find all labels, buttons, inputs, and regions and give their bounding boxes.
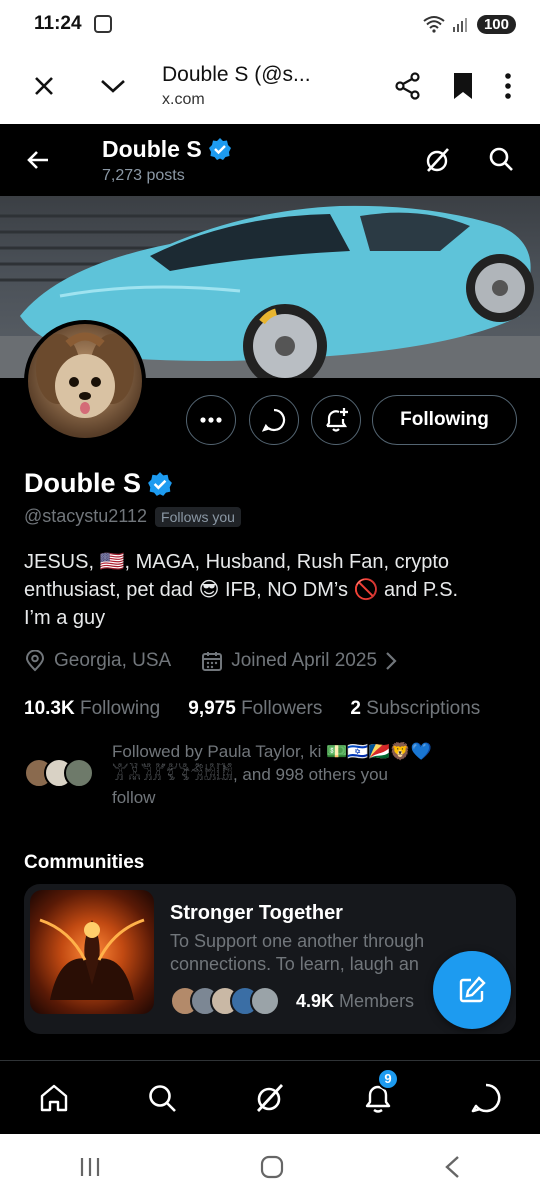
more-horiz-icon xyxy=(200,417,222,423)
community-name: Stronger Together xyxy=(170,902,343,924)
compose-icon xyxy=(459,976,486,1003)
bell-plus-icon xyxy=(326,408,348,432)
header-name: Double S xyxy=(102,135,202,162)
followed-by-avatars xyxy=(24,758,94,809)
profile-header: Double S 7,273 posts xyxy=(0,124,540,196)
community-members: 4.9K Members xyxy=(170,986,414,1016)
phoenix-image xyxy=(39,918,145,1000)
header-title-block: Double S 7,273 posts xyxy=(102,136,232,185)
notification-badge: 9 xyxy=(377,1067,399,1090)
page-url: x.com xyxy=(162,91,205,108)
message-button[interactable] xyxy=(249,395,299,445)
member-count: 4.9K Members xyxy=(296,991,414,1012)
home-icon xyxy=(40,1084,68,1111)
subscriptions-stat[interactable]: 2 Subscriptions xyxy=(350,698,480,720)
nav-grok[interactable] xyxy=(243,1082,297,1114)
followed-by-line: follow xyxy=(112,788,156,807)
member-count-label: Members xyxy=(339,990,415,1011)
community-desc-line: connections. To learn, laugh an xyxy=(170,954,419,974)
followed-by-line: 𓀠𓀡𓀢𓀣𓀤𓀥𓀦𓀧𓀨, and 998 others you xyxy=(112,765,388,784)
bio-line: I’m a guy xyxy=(24,607,106,629)
subscriptions-label: Subscriptions xyxy=(366,698,481,719)
bottom-nav: 9 xyxy=(0,1060,540,1134)
followed-by-line: Followed by Paula Taylor, ki 💵🇮🇱🇸🇨🦁💙 xyxy=(112,742,433,761)
following-label: Following xyxy=(79,698,161,719)
verified-badge-icon xyxy=(208,138,231,160)
grok-icon xyxy=(256,1083,284,1112)
following-stat[interactable]: 10.3K Following xyxy=(24,698,160,720)
followed-by-text: Followed by Paula Taylor, ki 💵🇮🇱🇸🇨🦁💙 𓀠𓀡𓀢… xyxy=(112,740,492,809)
following-button[interactable]: Following xyxy=(372,395,517,445)
wifi-icon xyxy=(423,16,445,33)
handle-row: @stacystu2112 Follows you xyxy=(24,506,241,527)
verified-badge-icon[interactable] xyxy=(147,471,173,497)
screenshot-notification-icon xyxy=(93,15,112,33)
profile-bio: JESUS, 🇺🇸, MAGA, Husband, Rush Fan, cryp… xyxy=(24,548,520,632)
chevron-down-icon xyxy=(101,80,125,93)
system-nav-bar xyxy=(0,1134,540,1200)
nav-notifications[interactable]: 9 xyxy=(351,1067,405,1114)
back-button[interactable] xyxy=(0,150,76,170)
more-options-button[interactable] xyxy=(186,395,236,445)
bookmark-icon[interactable] xyxy=(452,72,474,100)
display-name-row: Double S xyxy=(24,468,173,499)
nav-home[interactable] xyxy=(27,1082,81,1114)
browser-toolbar: Double S (@s... x.com xyxy=(0,48,540,124)
followers-stat[interactable]: 9,975 Followers xyxy=(188,698,322,720)
following-count: 10.3K xyxy=(24,698,75,719)
battery-indicator: 100 xyxy=(476,14,516,34)
avatar xyxy=(250,986,280,1016)
display-name: Double S xyxy=(24,468,142,498)
notify-button[interactable] xyxy=(311,395,361,445)
compose-button[interactable] xyxy=(433,951,511,1029)
followed-by[interactable]: Followed by Paula Taylor, ki 💵🇮🇱🇸🇨🦁💙 𓀠𓀡𓀢… xyxy=(24,740,520,809)
search-icon[interactable] xyxy=(488,146,514,172)
post-count: 7,273 posts xyxy=(102,166,185,184)
back-chevron-icon[interactable] xyxy=(443,1155,461,1179)
grok-icon[interactable] xyxy=(424,146,452,174)
browser-title-area[interactable]: Double S (@s... x.com xyxy=(162,63,394,109)
nav-messages[interactable] xyxy=(459,1082,513,1114)
share-icon[interactable] xyxy=(394,72,422,100)
follows-you-badge: Follows you xyxy=(155,506,241,527)
nav-search[interactable] xyxy=(135,1083,189,1113)
profile-stats: 10.3K Following 9,975 Followers 2 Subscr… xyxy=(24,698,480,720)
profile-avatar[interactable] xyxy=(24,320,146,442)
back-arrow-icon xyxy=(27,151,48,169)
location-text: Georgia, USA xyxy=(54,650,172,671)
status-time: 11:24 xyxy=(34,13,82,34)
followers-count: 9,975 xyxy=(188,698,236,719)
menu-lines-icon[interactable] xyxy=(79,1156,101,1178)
member-count-value: 4.9K xyxy=(296,990,335,1011)
page-title: Double S (@s... xyxy=(162,63,311,86)
close-icon xyxy=(35,77,53,95)
bio-line: JESUS, 🇺🇸, MAGA, Husband, Rush Fan, cryp… xyxy=(24,551,450,573)
community-desc-line: To Support one another through xyxy=(170,931,425,951)
more-vert-icon[interactable] xyxy=(504,72,512,100)
circle-home-icon[interactable] xyxy=(260,1155,284,1179)
avatar-dog-image xyxy=(36,332,134,418)
subscriptions-count: 2 xyxy=(350,698,361,719)
search-icon xyxy=(149,1084,176,1112)
calendar-icon xyxy=(202,652,223,671)
community-description: To Support one another through connectio… xyxy=(170,930,470,976)
chevron-right-icon[interactable] xyxy=(385,651,397,671)
communities-heading: Communities xyxy=(24,852,145,873)
location-icon xyxy=(25,650,45,672)
close-button[interactable] xyxy=(0,75,88,97)
avatar xyxy=(64,758,94,788)
profile-meta: Georgia, USA Joined April 2025 xyxy=(24,650,397,672)
message-icon xyxy=(471,1083,501,1112)
joined-text[interactable]: Joined April 2025 xyxy=(231,650,377,672)
followers-label: Followers xyxy=(241,698,323,719)
minimize-button[interactable] xyxy=(88,78,138,94)
status-bar: 11:24 100 xyxy=(0,0,540,48)
user-handle: @stacystu2112 xyxy=(24,506,148,526)
community-image xyxy=(30,890,154,1014)
bio-line: enthusiast, pet dad 😎 IFB, NO DM’s 🚫 and… xyxy=(24,579,459,601)
signal-icon xyxy=(452,18,467,32)
header-name-row: Double S xyxy=(102,136,232,163)
message-icon xyxy=(262,408,286,432)
